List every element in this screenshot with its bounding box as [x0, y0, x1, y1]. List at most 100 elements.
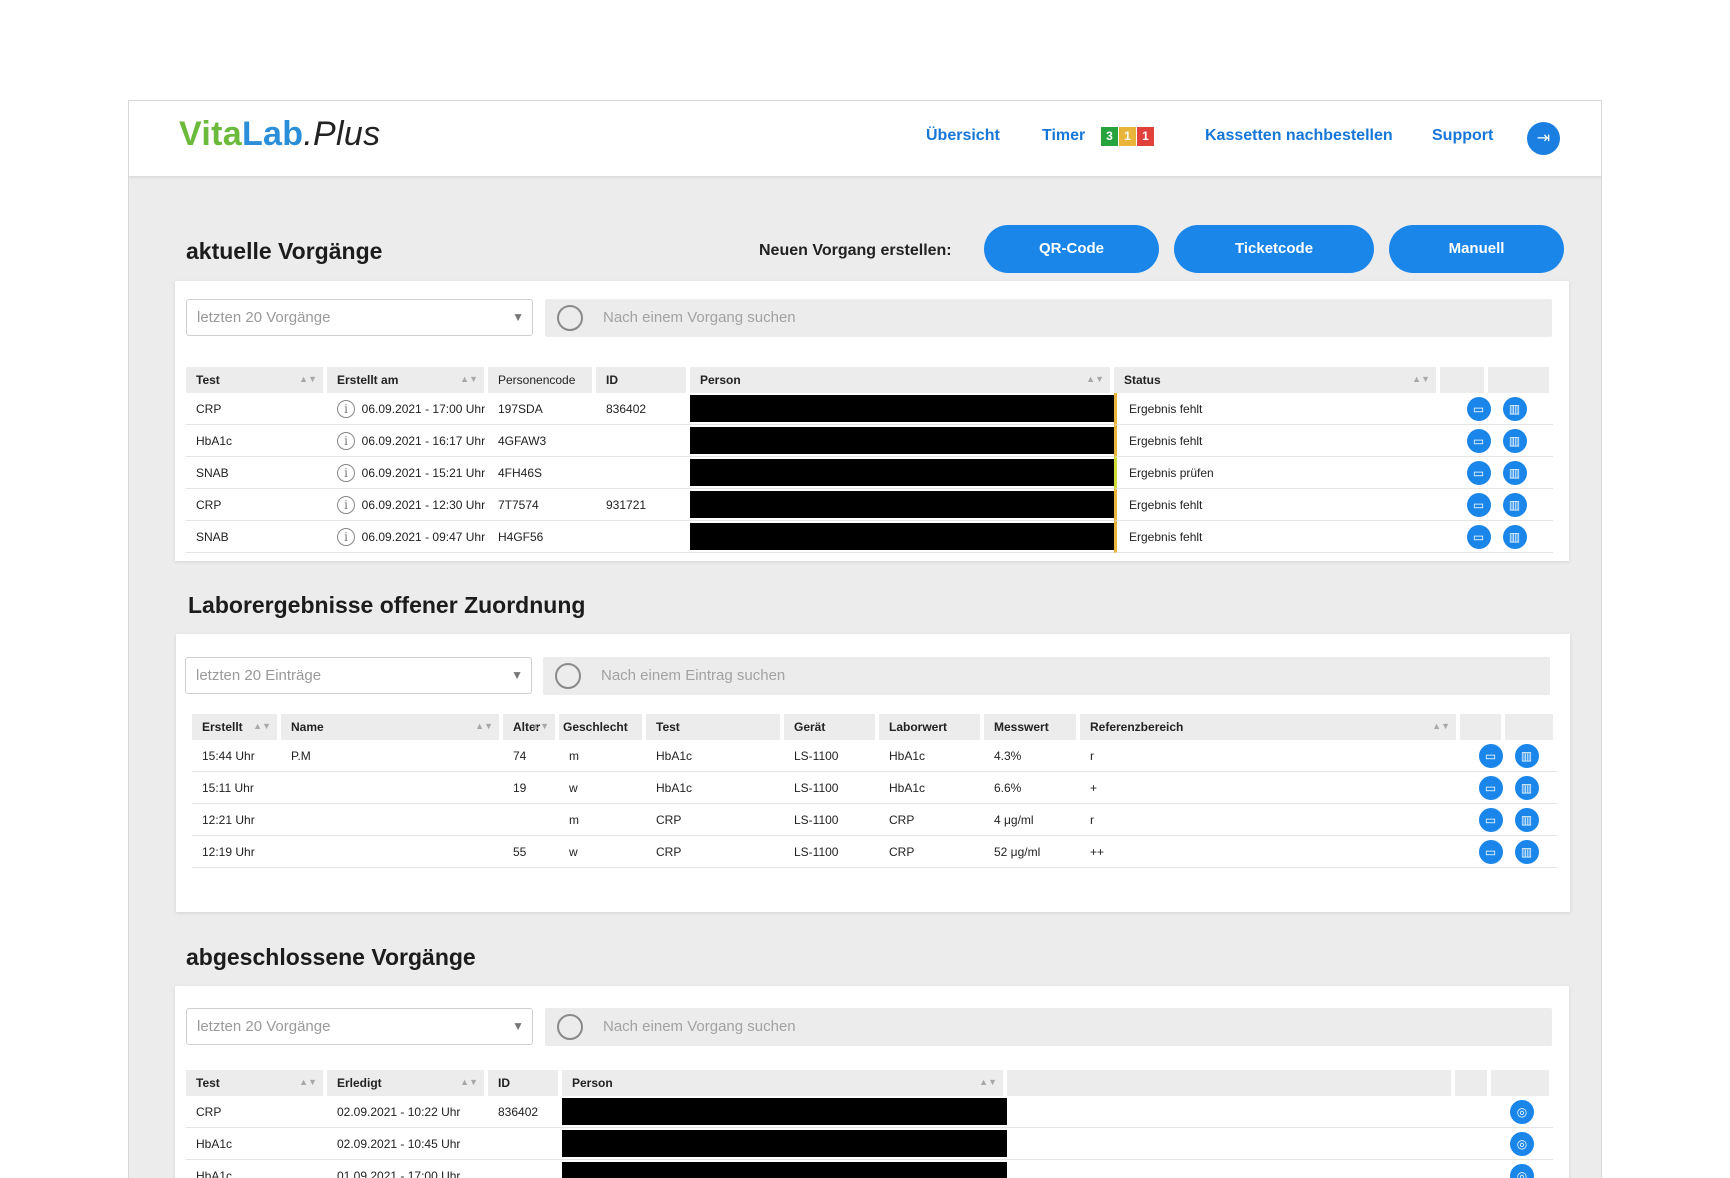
- sort-icon: ▲▼: [460, 374, 478, 384]
- table-row[interactable]: 12:21 Uhr m CRP LS-1100 CRP 4 μg/ml r ▭ ▥: [192, 804, 1557, 836]
- table-row[interactable]: SNAB i 06.09.2021 - 09:47 Uhr H4GF56 Erg…: [186, 521, 1553, 553]
- lab-filter-select[interactable]: letzten 20 Einträge ▼: [185, 657, 532, 694]
- trash-icon[interactable]: ▥: [1514, 775, 1539, 800]
- col-action-delete: [1488, 367, 1553, 393]
- col-personcode[interactable]: Personencode: [488, 367, 596, 393]
- current-search-input[interactable]: Nach einem Vorgang suchen: [545, 299, 1552, 337]
- ticketcode-button[interactable]: Ticketcode: [1174, 225, 1374, 273]
- info-icon[interactable]: i: [337, 495, 355, 514]
- table-row[interactable]: SNAB i 06.09.2021 - 15:21 Uhr 4FH46S Erg…: [186, 457, 1553, 489]
- current-filter-select[interactable]: letzten 20 Vorgänge ▼: [186, 299, 533, 336]
- col-created[interactable]: Erstellt am ▲▼: [327, 367, 488, 393]
- folder-icon[interactable]: ▭: [1466, 492, 1491, 517]
- col-labvalue[interactable]: Laborwert: [879, 714, 984, 740]
- folder-icon[interactable]: ▭: [1478, 775, 1503, 800]
- redacted-person: [690, 521, 1114, 553]
- col-age[interactable]: Alter ▲▼: [503, 714, 559, 740]
- status-badge: Ergebnis prüfen: [1114, 457, 1440, 489]
- logout-icon[interactable]: ⇥: [1527, 122, 1560, 155]
- table-row[interactable]: CRP 02.09.2021 - 10:22 Uhr 836402 ◎: [186, 1096, 1553, 1128]
- col-person[interactable]: Person ▲▼: [690, 367, 1114, 393]
- qr-code-button[interactable]: QR-Code: [984, 225, 1159, 273]
- manual-button[interactable]: Manuell: [1389, 225, 1564, 273]
- status-badge: Ergebnis fehlt: [1114, 489, 1440, 521]
- folder-icon[interactable]: ▭: [1466, 428, 1491, 453]
- table-row[interactable]: 12:19 Uhr 55 w CRP LS-1100 CRP 52 μg/ml …: [192, 836, 1557, 868]
- info-icon[interactable]: i: [337, 431, 355, 450]
- redacted-person: [562, 1160, 1007, 1178]
- info-icon[interactable]: i: [337, 527, 355, 546]
- col-reference[interactable]: Referenzbereich ▲▼: [1080, 714, 1460, 740]
- table-row[interactable]: HbA1c 02.09.2021 - 10:45 Uhr ◎: [186, 1128, 1553, 1160]
- status-badge: Ergebnis fehlt: [1114, 521, 1440, 553]
- dropdown-arrow-icon: ▼: [511, 668, 523, 682]
- completed-search-input[interactable]: Nach einem Vorgang suchen: [545, 1008, 1552, 1046]
- col-action-open: [1460, 714, 1505, 740]
- timer-badge-red: 1: [1137, 127, 1154, 146]
- table-row[interactable]: CRP i 06.09.2021 - 17:00 Uhr 197SDA 8364…: [186, 393, 1553, 425]
- table-row[interactable]: HbA1c i 06.09.2021 - 16:17 Uhr 4GFAW3 Er…: [186, 425, 1553, 457]
- col-status[interactable]: Status ▲▼: [1114, 367, 1440, 393]
- table-row[interactable]: 15:11 Uhr 19 w HbA1c LS-1100 HbA1c 6.6% …: [192, 772, 1557, 804]
- col-measured[interactable]: Messwert: [984, 714, 1080, 740]
- table-row[interactable]: 15:44 Uhr P.M 74 m HbA1c LS-1100 HbA1c 4…: [192, 740, 1557, 772]
- trash-icon[interactable]: ▥: [1502, 524, 1527, 549]
- trash-icon[interactable]: ▥: [1502, 396, 1527, 421]
- col-test[interactable]: Test: [646, 714, 784, 740]
- lab-results-title: Laborergebnisse offener Zuordnung: [188, 592, 586, 618]
- sort-icon: ▲▼: [475, 721, 493, 731]
- col-sex[interactable]: Geschlecht: [559, 714, 646, 740]
- trash-icon[interactable]: ▥: [1514, 839, 1539, 864]
- col-created[interactable]: Erstellt ▲▼: [192, 714, 281, 740]
- sort-icon: ▲▼: [979, 1077, 997, 1087]
- sort-icon: ▲▼: [253, 721, 271, 731]
- col-device[interactable]: Gerät: [784, 714, 879, 740]
- col-done[interactable]: Erledigt ▲▼: [327, 1070, 488, 1096]
- col-id[interactable]: ID: [488, 1070, 562, 1096]
- nav-reorder-cassettes[interactable]: Kassetten nachbestellen: [1205, 127, 1393, 145]
- folder-icon[interactable]: ▭: [1466, 460, 1491, 485]
- vitalab-logo[interactable]: VitaLab.Plus: [179, 115, 380, 154]
- sort-icon: ▲▼: [1412, 374, 1430, 384]
- view-details-icon[interactable]: ◎: [1510, 1163, 1534, 1178]
- nav-timer[interactable]: Timer: [1042, 127, 1085, 145]
- trash-icon[interactable]: ▥: [1502, 428, 1527, 453]
- col-test[interactable]: Test ▲▼: [186, 367, 327, 393]
- table-row[interactable]: HbA1c 01.09.2021 - 17:00 Uhr ◎: [186, 1160, 1553, 1178]
- timer-badges[interactable]: 3 1 1: [1101, 127, 1155, 146]
- col-action-view: [1491, 1070, 1553, 1096]
- completed-processes-panel: letzten 20 Vorgänge ▼ Nach einem Vorgang…: [175, 986, 1569, 1178]
- col-empty: [1007, 1070, 1455, 1096]
- nav-overview[interactable]: Übersicht: [926, 127, 1000, 145]
- sort-icon: ▲▼: [299, 374, 317, 384]
- folder-icon[interactable]: ▭: [1466, 524, 1491, 549]
- folder-icon[interactable]: ▭: [1466, 396, 1491, 421]
- timer-badge-green: 3: [1101, 127, 1118, 146]
- sort-icon: ▲▼: [299, 1077, 317, 1087]
- col-name[interactable]: Name ▲▼: [281, 714, 503, 740]
- view-details-icon[interactable]: ◎: [1510, 1131, 1534, 1156]
- trash-icon[interactable]: ▥: [1502, 460, 1527, 485]
- table-row[interactable]: CRP i 06.09.2021 - 12:30 Uhr 7T7574 9317…: [186, 489, 1553, 521]
- completed-processes-title: abgeschlossene Vorgänge: [186, 944, 476, 970]
- redacted-person: [690, 393, 1114, 425]
- trash-icon[interactable]: ▥: [1514, 807, 1539, 832]
- folder-icon[interactable]: ▭: [1478, 839, 1503, 864]
- status-badge: Ergebnis fehlt: [1114, 393, 1440, 425]
- lab-results-table: Erstellt ▲▼ Name ▲▼ Alter ▲▼ Geschlecht Tes…: [192, 714, 1557, 868]
- lab-results-panel: letzten 20 Einträge ▼ Nach einem Eintrag…: [176, 634, 1570, 912]
- folder-icon[interactable]: ▭: [1478, 807, 1503, 832]
- view-details-icon[interactable]: ◎: [1510, 1099, 1534, 1124]
- completed-filter-select[interactable]: letzten 20 Vorgänge ▼: [186, 1008, 533, 1045]
- col-id[interactable]: ID: [596, 367, 690, 393]
- col-person[interactable]: Person ▲▼: [562, 1070, 1007, 1096]
- col-test[interactable]: Test ▲▼: [186, 1070, 327, 1096]
- info-icon[interactable]: i: [337, 399, 355, 418]
- redacted-person: [562, 1128, 1007, 1160]
- trash-icon[interactable]: ▥: [1502, 492, 1527, 517]
- folder-icon[interactable]: ▭: [1478, 743, 1503, 768]
- trash-icon[interactable]: ▥: [1514, 743, 1539, 768]
- info-icon[interactable]: i: [337, 463, 355, 482]
- lab-search-input[interactable]: Nach einem Eintrag suchen: [543, 657, 1550, 695]
- nav-support[interactable]: Support: [1432, 127, 1493, 145]
